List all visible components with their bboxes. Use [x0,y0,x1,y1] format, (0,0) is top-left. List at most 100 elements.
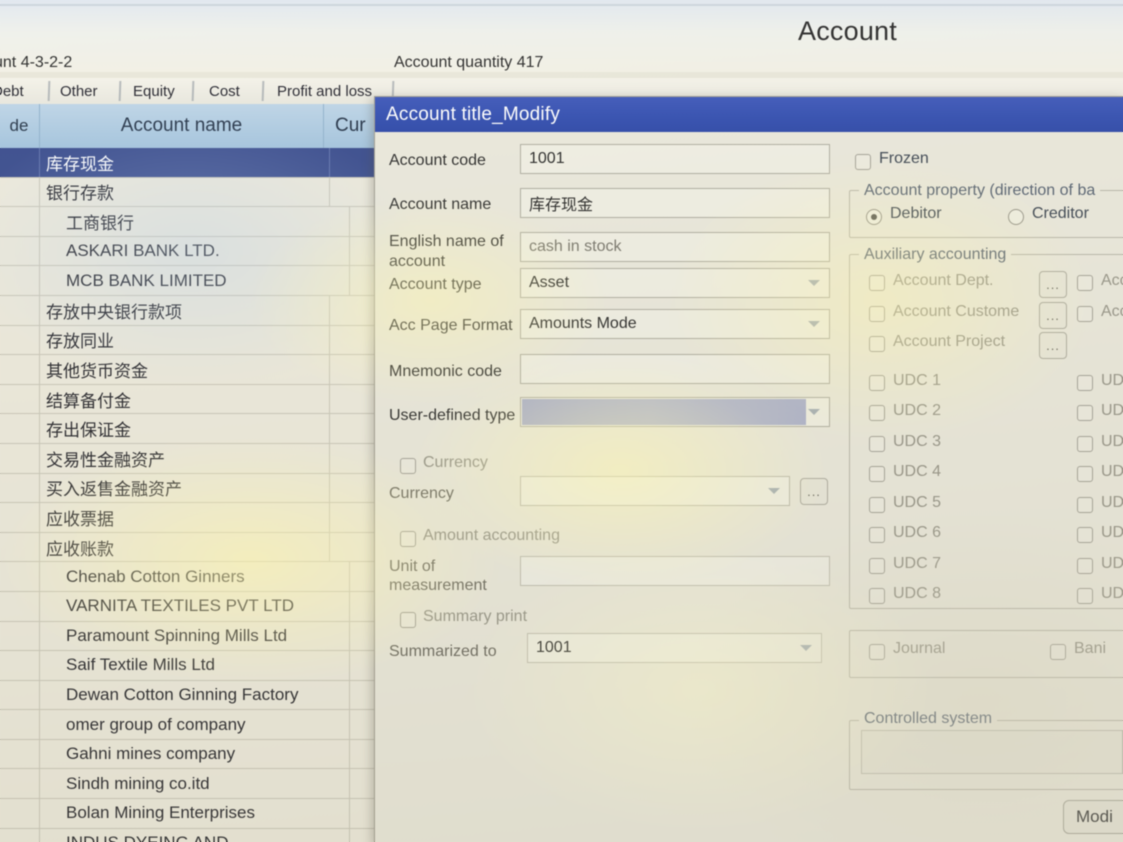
aux-checkbox-label: Account Project [893,333,1006,350]
currency-picker-button[interactable]: ... [800,478,828,505]
tab-separator [47,81,51,101]
account-modify-dialog: Account title_Modify Account code 1001 A… [374,96,1123,842]
account-name-input[interactable]: 库存现金 [520,188,830,218]
user-defined-type-select[interactable] [520,397,830,427]
cell-account-code [0,355,38,384]
aux-checkbox[interactable] [1077,305,1093,322]
aux-checkbox[interactable] [1077,527,1093,543]
aux-checkbox[interactable] [1077,435,1093,452]
currency-select[interactable] [520,476,790,506]
currency-checkbox-label: Currency [423,454,488,471]
aux-checkbox[interactable] [869,405,885,421]
controlled-system-group-title: Controlled system [859,710,998,728]
aux-checkbox-label: UDC [1101,371,1123,389]
currency-checkbox[interactable] [400,458,416,474]
aux-picker-button[interactable]: ... [1039,332,1067,359]
aux-checkbox[interactable] [869,336,885,352]
aux-checkbox[interactable] [869,275,885,291]
cell-account-name: Gahni mines company [39,739,350,769]
aux-checkbox[interactable] [1077,496,1093,513]
cell-account-code [0,444,38,473]
account-code-label: Account code [389,152,486,169]
cell-account-code [0,178,38,207]
column-header-code[interactable]: de [0,104,38,148]
cell-account-code [0,562,38,591]
tab-equity[interactable]: Equity [133,78,175,104]
aux-picker-button[interactable]: ... [1039,301,1067,329]
account-code-input[interactable]: 1001 [520,144,830,174]
tab-cost[interactable]: Cost [209,78,240,104]
cell-account-name: Sindh mining co.itd [39,769,350,799]
account-name-value: 库存现金 [529,197,594,214]
aux-checkbox[interactable] [869,435,885,452]
aux-checkbox-label: UDC [1101,554,1123,572]
aux-checkbox-label: UDC [1101,585,1123,602]
bank-checkbox[interactable] [1050,644,1066,660]
modify-button[interactable]: Modi [1063,800,1123,834]
summarized-to-select[interactable]: 1001 [527,633,822,663]
aux-checkbox[interactable] [1077,405,1093,421]
aux-checkbox[interactable] [1077,588,1093,604]
aux-checkbox[interactable] [869,374,885,391]
aux-checkbox[interactable] [869,557,885,574]
cell-account-name: 交易性金融资产 [39,443,330,473]
cell-account-name: Paramount Spinning Mills Ltd [39,621,350,651]
aux-checkbox-label: UDC 6 [893,524,942,541]
chevron-down-icon [800,645,812,651]
cell-account-name: MCB BANK LIMITED [39,266,350,295]
cell-account-name: Saif Textile Mills Ltd [39,651,350,680]
aux-checkbox-label: UDC [1101,463,1123,480]
acc-page-format-select[interactable]: Amounts Mode [520,309,830,339]
mnemonic-code-input[interactable] [520,354,830,384]
cell-account-code [0,799,38,828]
cell-account-code [0,622,38,651]
aux-checkbox[interactable] [869,466,885,482]
tab-other[interactable]: Other [60,78,98,104]
journal-checkbox[interactable] [869,644,885,660]
aux-checkbox[interactable] [869,305,885,322]
unit-of-measurement-input[interactable] [520,556,830,586]
cell-account-code [0,148,38,177]
cell-account-code [0,710,38,739]
tab-profit-and-loss[interactable]: Profit and loss [277,78,372,104]
aux-picker-button[interactable]: ... [1039,271,1067,298]
aux-checkbox[interactable] [869,527,885,543]
radio-debitor[interactable] [866,209,882,225]
chevron-down-icon [808,409,820,415]
page-title: Account [798,16,897,46]
summary-print-checkbox[interactable] [400,612,416,628]
aux-checkbox-label: UDC 7 [893,554,942,572]
radio-creditor[interactable] [1008,209,1024,225]
aux-checkbox[interactable] [869,588,885,604]
cell-account-name: 存放中央银行款项 [39,295,330,325]
column-header-account-name[interactable]: Account name [39,104,324,148]
dialog-title-bar: Account title_Modify [375,97,1123,132]
cell-account-name: 结算备付金 [39,384,330,414]
unit-of-measurement-label: Unit of measurement [389,558,487,594]
cell-account-code [0,651,38,680]
aux-checkbox[interactable] [1077,374,1093,391]
aux-checkbox[interactable] [1077,557,1093,574]
aux-checkbox[interactable] [1077,466,1093,482]
cell-account-name: 银行存款 [39,177,330,207]
aux-checkbox[interactable] [1077,275,1093,291]
aux-checkbox[interactable] [869,496,885,513]
account-type-select[interactable]: Asset [520,268,830,298]
cell-account-code [0,681,38,710]
tab-separator [118,81,122,101]
frozen-checkbox[interactable] [855,154,871,170]
tab-debt[interactable]: Debt [0,78,24,104]
radio-creditor-label: Creditor [1032,205,1089,222]
aux-checkbox-label: UDC [1101,524,1123,541]
english-name-input[interactable]: cash in stock [520,232,830,262]
account-quantity-label: Account quantity 417 [394,54,544,71]
cell-account-name: VARNITA TEXTILES PVT LTD [39,591,350,621]
aux-checkbox-label: Acc [1101,302,1123,320]
aux-checkbox-label: UDC [1101,432,1123,450]
cell-account-name: 应收账款 [39,532,330,562]
controlled-system-input[interactable] [861,730,1123,774]
dialog-right-panel: Frozen Account property (direction of ba… [841,132,1123,842]
amount-accounting-checkbox[interactable] [400,531,416,547]
cell-account-code [0,414,38,443]
cell-account-code [0,326,38,355]
